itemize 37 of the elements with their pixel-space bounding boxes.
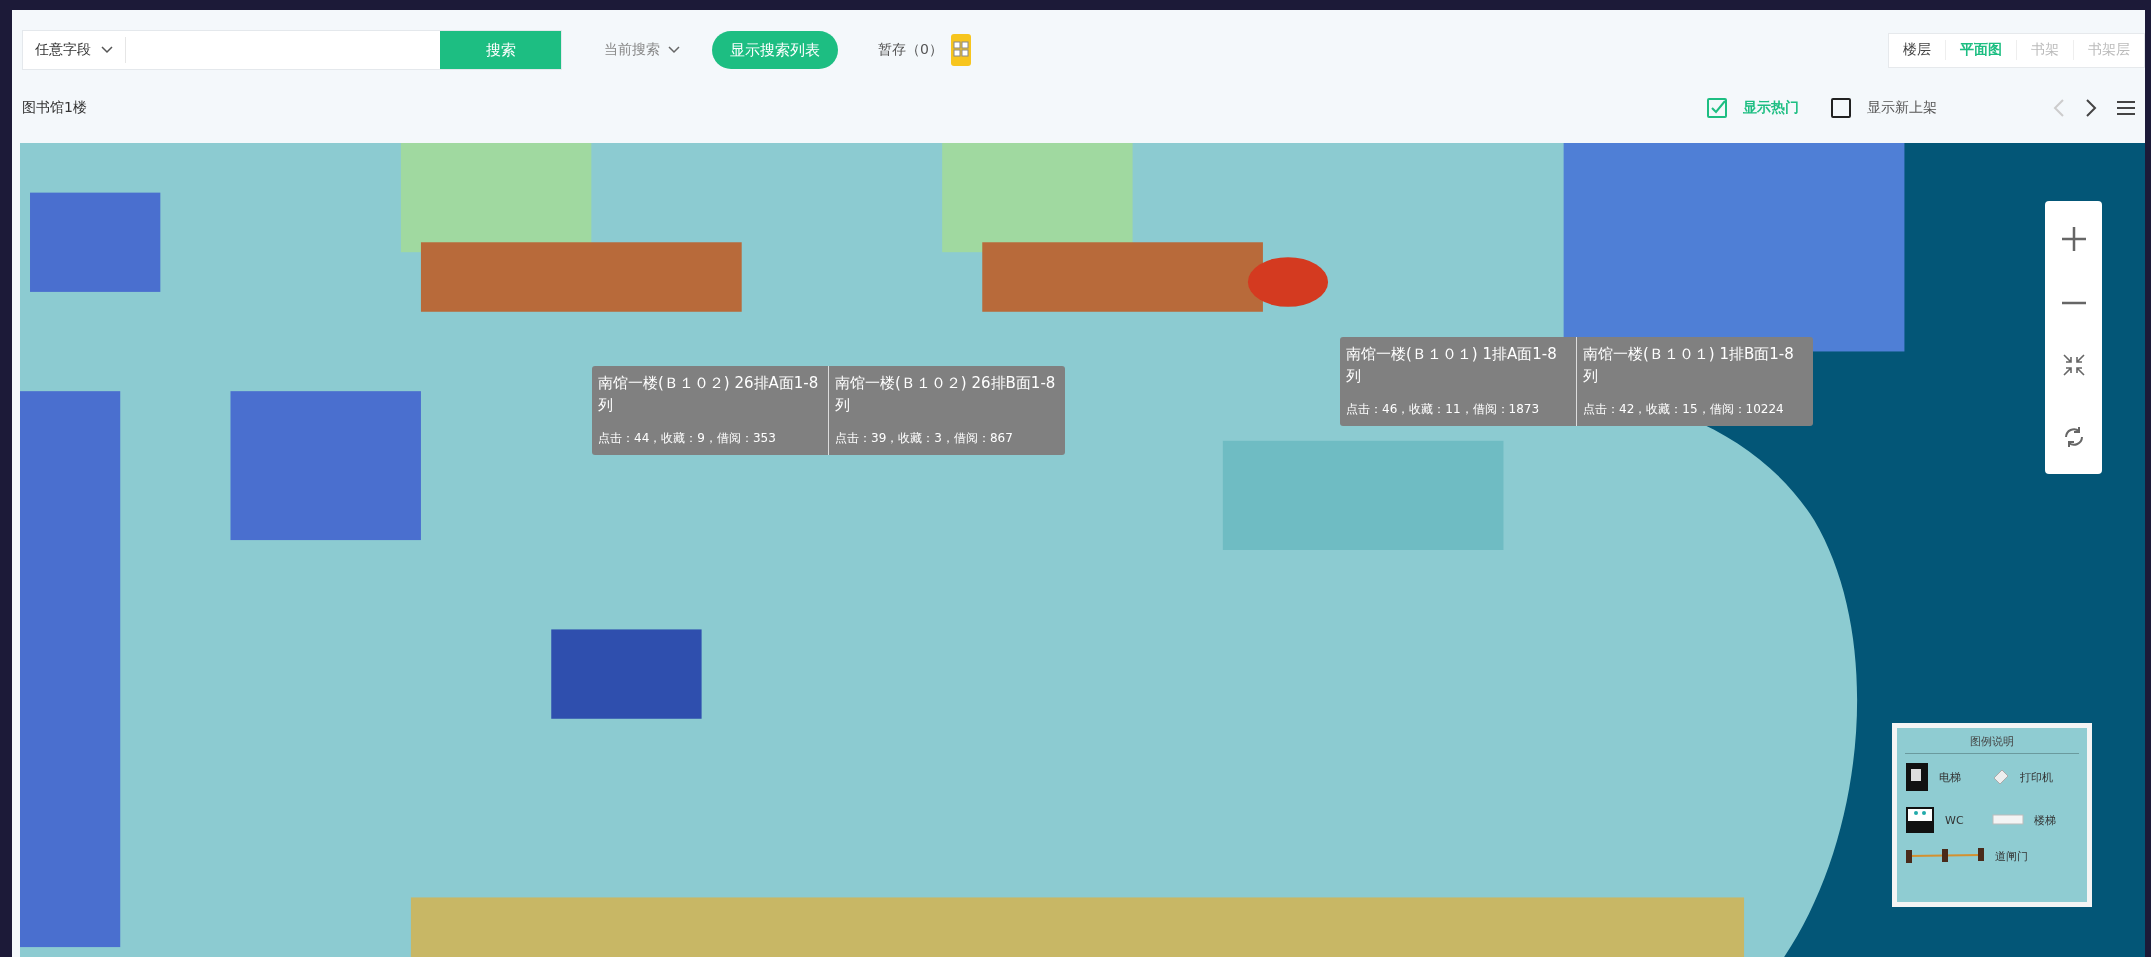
view-tab[interactable]: 平面图: [1945, 40, 2016, 60]
legend-label: 道闸门: [1995, 848, 2028, 864]
menu-button[interactable]: [2117, 100, 2135, 116]
shelf-stats: 点击：39，收藏：3，借阅：867: [835, 430, 1014, 447]
toggle-checkbox[interactable]: 显示热门: [1701, 97, 1805, 119]
shelf-title: 南馆一楼(Ｂ１０２) 26排B面1-8列: [835, 373, 1057, 416]
toilet-icon: [1905, 806, 1935, 834]
gate-icon: [1905, 848, 1985, 864]
shelf-stats: 点击：42，收藏：15，借阅：10224: [1583, 401, 1785, 418]
chevron-down-icon: [668, 46, 680, 54]
field-select[interactable]: 任意字段: [23, 37, 126, 63]
toggle-checkbox[interactable]: 显示新上架: [1825, 97, 1943, 119]
legend-label: 电梯: [1939, 769, 1961, 785]
shelf-title: 南馆一楼(Ｂ１０１) 1排A面1-8列: [1346, 344, 1558, 387]
view-tab[interactable]: 楼层: [1889, 40, 1945, 60]
search-button[interactable]: 搜索: [440, 31, 561, 69]
elevator-icon: [1905, 762, 1929, 792]
zoom-out-button[interactable]: [2060, 300, 2087, 305]
shelf-title: 南馆一楼(Ｂ１０１) 1排B面1-8列: [1583, 344, 1795, 387]
legend-label: 打印机: [2020, 769, 2053, 785]
shelf-stats: 点击：46，收藏：11，借阅：1873: [1346, 401, 1541, 418]
stairs-icon: [1992, 814, 2024, 826]
legend-label: 楼梯: [2034, 812, 2056, 828]
next-button[interactable]: [2085, 99, 2097, 117]
current-search-dropdown[interactable]: 当前搜索: [598, 40, 686, 60]
search-field[interactable]: 任意字段 搜索: [22, 30, 562, 70]
saved-count[interactable]: 暂存（0）: [878, 41, 943, 59]
zoom-in-button[interactable]: [2060, 225, 2087, 252]
collapse-button[interactable]: [2062, 354, 2085, 377]
floor-title: 图书馆1楼: [22, 99, 87, 117]
chevron-down-icon: [101, 46, 113, 54]
show-list-button[interactable]: 显示搜索列表: [712, 31, 838, 69]
shelf-title: 南馆一楼(Ｂ１０２) 26排A面1-8列: [598, 373, 820, 416]
legend-label: WC: [1945, 813, 1964, 827]
printer-icon: [1992, 768, 2010, 786]
shelf-stats: 点击：44，收藏：9，借阅：353: [598, 430, 777, 447]
legend-title: 图例说明: [1905, 734, 2079, 754]
